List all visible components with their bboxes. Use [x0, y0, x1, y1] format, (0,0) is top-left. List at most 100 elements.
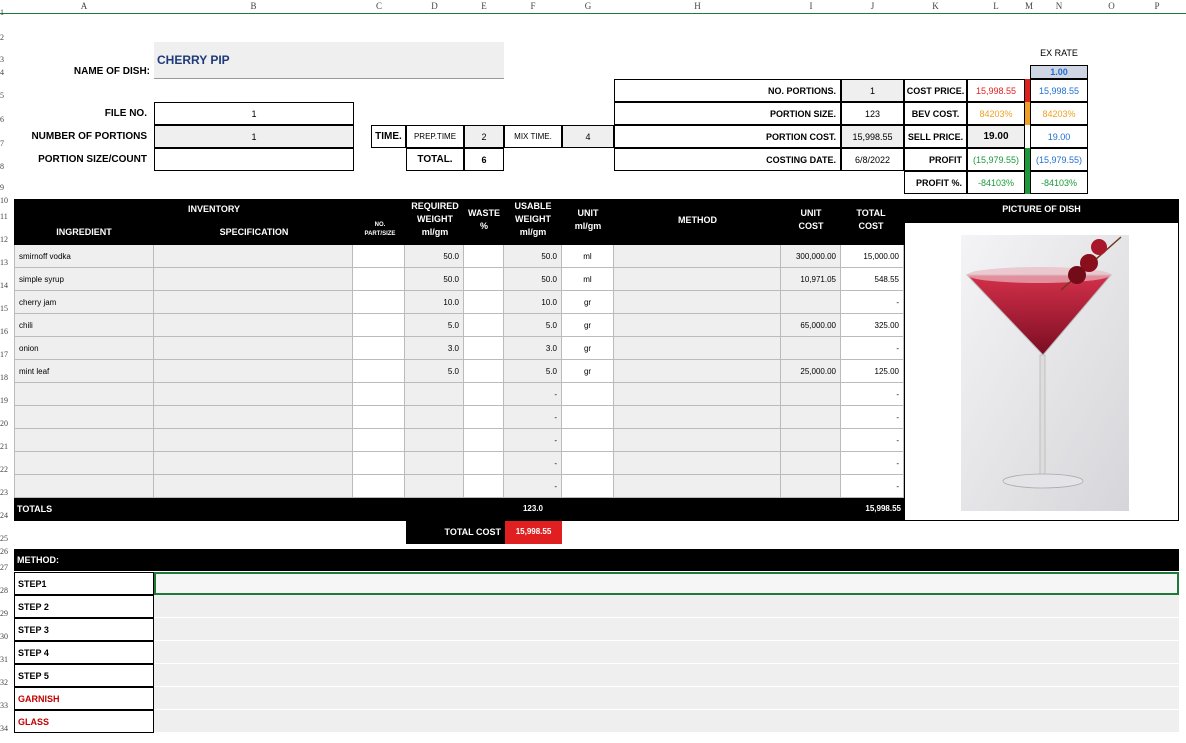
cell-empty[interactable]: [464, 360, 504, 383]
column-header-h[interactable]: H: [614, 0, 781, 14]
cell-ingredient[interactable]: [14, 452, 154, 475]
cell-usable[interactable]: -: [504, 406, 562, 429]
row-number-4[interactable]: 4: [0, 68, 12, 77]
cell-empty[interactable]: [353, 360, 405, 383]
cell-total-cost[interactable]: -: [841, 383, 904, 406]
column-header-l[interactable]: L: [967, 0, 1025, 14]
cell-ingredient[interactable]: [14, 429, 154, 452]
portion-size-count-field[interactable]: [154, 148, 354, 171]
cell-empty[interactable]: [464, 268, 504, 291]
no-portions-value[interactable]: 1: [841, 79, 904, 102]
cell-empty[interactable]: [154, 268, 353, 291]
row-number-21[interactable]: 21: [0, 442, 12, 451]
cell-unit[interactable]: [562, 383, 614, 406]
cell-required[interactable]: [405, 452, 464, 475]
row-number-30[interactable]: 30: [0, 632, 12, 641]
cell-required[interactable]: 5.0: [405, 360, 464, 383]
row-number-27[interactable]: 27: [0, 563, 12, 572]
cell-empty[interactable]: [353, 268, 405, 291]
cell-empty[interactable]: [464, 452, 504, 475]
cell-empty[interactable]: [353, 291, 405, 314]
cell-total-cost[interactable]: 325.00: [841, 314, 904, 337]
cell-total-cost[interactable]: -: [841, 291, 904, 314]
cell-empty[interactable]: [353, 337, 405, 360]
cell-total-cost[interactable]: 125.00: [841, 360, 904, 383]
cell-required[interactable]: [405, 383, 464, 406]
column-header-d[interactable]: D: [405, 0, 464, 14]
cell-empty[interactable]: [614, 245, 781, 268]
portion-size-value[interactable]: 123: [841, 102, 904, 125]
cell-unit[interactable]: [562, 406, 614, 429]
cell-ingredient[interactable]: onion: [14, 337, 154, 360]
cell-empty[interactable]: [614, 406, 781, 429]
row-number-16[interactable]: 16: [0, 327, 12, 336]
cell-usable[interactable]: -: [504, 475, 562, 498]
cell-unit[interactable]: [562, 452, 614, 475]
cell-required[interactable]: [405, 475, 464, 498]
cell-unit-cost[interactable]: 10,971.05: [781, 268, 841, 291]
row-number-1[interactable]: 1: [0, 8, 12, 17]
cell-total-cost[interactable]: 548.55: [841, 268, 904, 291]
cell-required[interactable]: [405, 406, 464, 429]
method-step-text-selected[interactable]: [154, 572, 1179, 595]
column-header-c[interactable]: C: [353, 0, 405, 14]
column-header-f[interactable]: F: [504, 0, 562, 14]
cell-unit-cost[interactable]: 300,000.00: [781, 245, 841, 268]
cell-empty[interactable]: [614, 475, 781, 498]
cell-ingredient[interactable]: [14, 475, 154, 498]
column-header-j[interactable]: J: [841, 0, 904, 14]
cell-total-cost[interactable]: -: [841, 406, 904, 429]
cell-empty[interactable]: [614, 337, 781, 360]
method-step-text[interactable]: [154, 618, 1179, 641]
row-number-20[interactable]: 20: [0, 419, 12, 428]
cell-empty[interactable]: [353, 429, 405, 452]
column-header-i[interactable]: I: [781, 0, 841, 14]
row-number-5[interactable]: 5: [0, 91, 12, 100]
cell-required[interactable]: 50.0: [405, 268, 464, 291]
column-header-n[interactable]: N: [1030, 0, 1088, 14]
cell-empty[interactable]: [154, 245, 353, 268]
column-header-p[interactable]: P: [1135, 0, 1179, 14]
cell-usable[interactable]: 50.0: [504, 245, 562, 268]
cell-usable[interactable]: -: [504, 429, 562, 452]
cell-unit-cost[interactable]: [781, 429, 841, 452]
column-header-o[interactable]: O: [1088, 0, 1135, 14]
cell-unit[interactable]: ml: [562, 268, 614, 291]
cell-ingredient[interactable]: chili: [14, 314, 154, 337]
column-header-a[interactable]: A: [14, 0, 154, 14]
cell-empty[interactable]: [464, 383, 504, 406]
cell-unit-cost[interactable]: [781, 406, 841, 429]
cell-usable[interactable]: -: [504, 452, 562, 475]
column-header-g[interactable]: G: [562, 0, 614, 14]
cell-usable[interactable]: 5.0: [504, 360, 562, 383]
cell-empty[interactable]: [353, 452, 405, 475]
column-header-b[interactable]: B: [154, 0, 353, 14]
cell-unit-cost[interactable]: [781, 291, 841, 314]
cell-empty[interactable]: [154, 314, 353, 337]
cell-unit[interactable]: gr: [562, 360, 614, 383]
cell-empty[interactable]: [464, 429, 504, 452]
cell-unit-cost[interactable]: [781, 452, 841, 475]
row-number-26[interactable]: 26: [0, 547, 12, 556]
method-step-text[interactable]: [154, 710, 1179, 733]
column-header-k[interactable]: K: [904, 0, 967, 14]
cell-total-cost[interactable]: -: [841, 475, 904, 498]
row-number-18[interactable]: 18: [0, 373, 12, 382]
row-number-8[interactable]: 8: [0, 162, 12, 171]
cell-unit[interactable]: [562, 429, 614, 452]
cell-empty[interactable]: [614, 429, 781, 452]
cell-empty[interactable]: [154, 291, 353, 314]
row-number-31[interactable]: 31: [0, 655, 12, 664]
sell-price-local[interactable]: 19.00: [967, 125, 1025, 148]
cell-empty[interactable]: [154, 406, 353, 429]
number-of-portions-field[interactable]: 1: [154, 125, 354, 148]
cell-empty[interactable]: [353, 406, 405, 429]
cell-total-cost[interactable]: 15,000.00: [841, 245, 904, 268]
cell-empty[interactable]: [353, 475, 405, 498]
cell-empty[interactable]: [464, 475, 504, 498]
cell-unit-cost[interactable]: 25,000.00: [781, 360, 841, 383]
cell-unit-cost[interactable]: 65,000.00: [781, 314, 841, 337]
ex-rate-value[interactable]: 1.00: [1030, 65, 1088, 79]
cell-empty[interactable]: [614, 383, 781, 406]
cell-empty[interactable]: [154, 383, 353, 406]
